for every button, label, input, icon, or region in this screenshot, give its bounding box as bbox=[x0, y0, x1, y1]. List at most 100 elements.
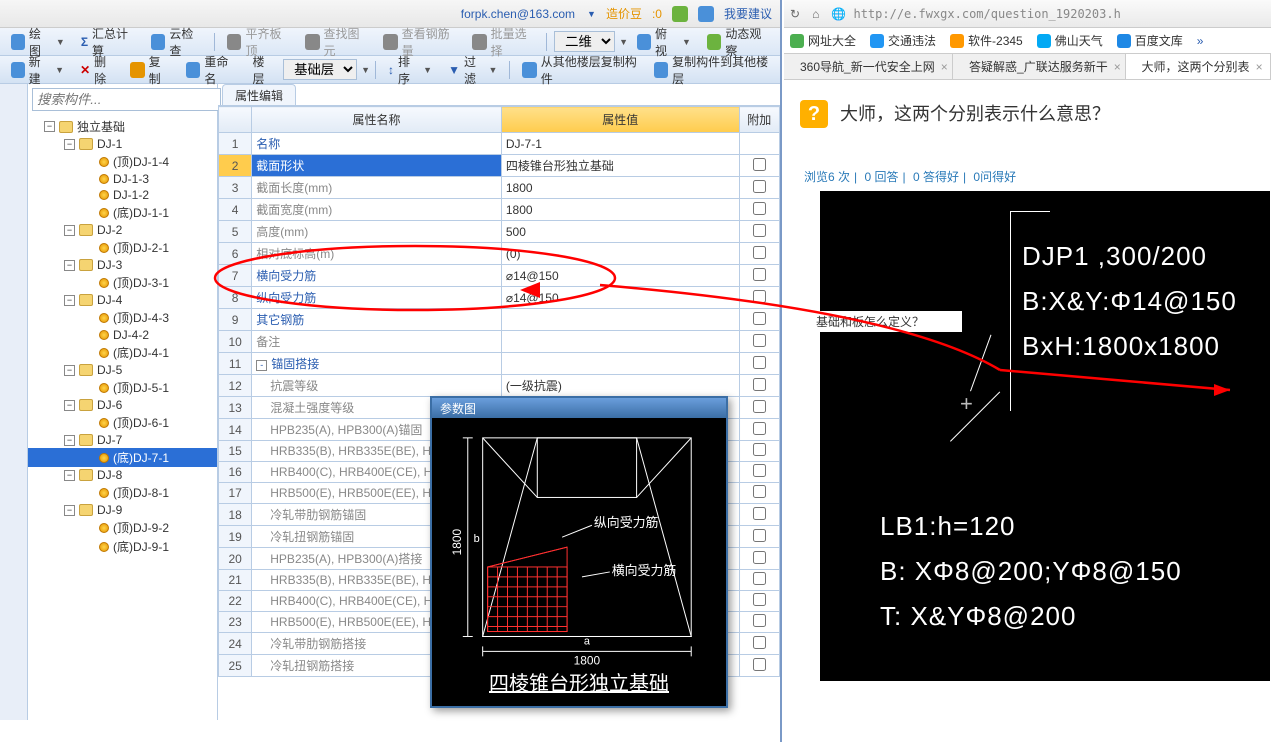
property-row[interactable]: 10备注 bbox=[219, 331, 780, 353]
reload-icon[interactable]: ↻ bbox=[790, 7, 800, 21]
extra-checkbox[interactable] bbox=[753, 529, 766, 542]
tab-close-icon[interactable]: × bbox=[941, 60, 948, 74]
suggest-link[interactable]: 我要建议 bbox=[724, 5, 772, 22]
extra-checkbox[interactable] bbox=[753, 636, 766, 649]
parameter-diagram-window[interactable]: 参数图 1800 1800 a b bbox=[430, 396, 728, 708]
tree-group[interactable]: −DJ-5 bbox=[28, 362, 217, 378]
extra-checkbox[interactable] bbox=[753, 658, 766, 671]
component-tree[interactable]: −独立基础−DJ-1(顶)DJ-1-4DJ-1-3DJ-1-2(底)DJ-1-1… bbox=[28, 115, 217, 720]
tree-group[interactable]: −DJ-9 bbox=[28, 502, 217, 518]
extra-checkbox[interactable] bbox=[753, 158, 766, 171]
extra-checkbox[interactable] bbox=[753, 334, 766, 347]
delete-icon: ✕ bbox=[80, 63, 90, 77]
extra-checkbox[interactable] bbox=[753, 180, 766, 193]
extra-checkbox[interactable] bbox=[753, 464, 766, 477]
property-row[interactable]: 1名称DJ-7-1 bbox=[219, 133, 780, 155]
property-row[interactable]: 7横向受力筋⌀14@150 bbox=[219, 265, 780, 287]
extra-checkbox[interactable] bbox=[753, 400, 766, 413]
layer-dropdown[interactable]: 基础层 bbox=[283, 59, 357, 80]
find-element-button[interactable]: 查找图元 bbox=[298, 22, 374, 62]
extra-checkbox[interactable] bbox=[753, 246, 766, 259]
tree-root[interactable]: −独立基础 bbox=[28, 117, 217, 136]
tree-leaf[interactable]: (顶)DJ-9-2 bbox=[28, 518, 217, 537]
refresh-icon[interactable] bbox=[672, 6, 688, 22]
property-row[interactable]: 4截面宽度(mm)1800 bbox=[219, 199, 780, 221]
tab-close-icon[interactable]: × bbox=[1114, 60, 1121, 74]
extra-checkbox[interactable] bbox=[753, 572, 766, 585]
bookmark-link[interactable]: 百度文库 bbox=[1117, 32, 1183, 49]
property-row[interactable]: 2截面形状四棱锥台形独立基础 bbox=[219, 155, 780, 177]
search-input[interactable] bbox=[32, 88, 221, 111]
property-row[interactable]: 3截面长度(mm)1800 bbox=[219, 177, 780, 199]
tab-close-icon[interactable]: × bbox=[1256, 60, 1263, 74]
tree-leaf[interactable]: (顶)DJ-3-1 bbox=[28, 273, 217, 292]
browser-window: ↻ ⌂ 🌐 http://e.fwxgx.com/question_192020… bbox=[784, 0, 1271, 742]
leaf-icon bbox=[99, 453, 109, 463]
tree-leaf[interactable]: (顶)DJ-8-1 bbox=[28, 483, 217, 502]
extra-checkbox[interactable] bbox=[753, 224, 766, 237]
tree-leaf[interactable]: DJ-1-3 bbox=[28, 171, 217, 187]
tree-group[interactable]: −DJ-8 bbox=[28, 467, 217, 483]
tree-group[interactable]: −DJ-2 bbox=[28, 222, 217, 238]
tree-leaf[interactable]: DJ-4-2 bbox=[28, 327, 217, 343]
property-edit-tab[interactable]: 属性编辑 bbox=[222, 84, 296, 105]
side-toolbar[interactable] bbox=[0, 84, 28, 720]
property-row[interactable]: 5高度(mm)500 bbox=[219, 221, 780, 243]
property-row[interactable]: 12抗震等级(一级抗震) bbox=[219, 375, 780, 397]
tree-leaf[interactable]: DJ-1-2 bbox=[28, 187, 217, 203]
view2d-dropdown[interactable]: 二维 bbox=[554, 31, 615, 52]
bookmark-link[interactable]: 网址大全 bbox=[790, 32, 856, 49]
extra-checkbox[interactable] bbox=[753, 485, 766, 498]
leaf-icon bbox=[99, 488, 109, 498]
extra-checkbox[interactable] bbox=[753, 356, 766, 369]
tree-group[interactable]: −DJ-1 bbox=[28, 136, 217, 152]
leaf-icon bbox=[99, 243, 109, 253]
extra-checkbox[interactable] bbox=[753, 614, 766, 627]
bookmark-more[interactable]: » bbox=[1197, 34, 1204, 48]
user-dropdown-icon[interactable]: ▼ bbox=[587, 9, 596, 19]
label-h: 横向受力筋 bbox=[612, 563, 677, 578]
new-icon bbox=[11, 62, 25, 78]
property-row[interactable]: 11-锚固搭接 bbox=[219, 353, 780, 375]
browser-tab[interactable]: 大师，这两个分别表× bbox=[1126, 54, 1271, 79]
extra-checkbox[interactable] bbox=[753, 202, 766, 215]
extra-checkbox[interactable] bbox=[753, 443, 766, 456]
extra-checkbox[interactable] bbox=[753, 551, 766, 564]
tree-leaf[interactable]: (底)DJ-7-1 bbox=[28, 448, 217, 467]
coin-value: :0 bbox=[652, 7, 662, 21]
bookmark-link[interactable]: 交通违法 bbox=[870, 32, 936, 49]
extra-checkbox[interactable] bbox=[753, 290, 766, 303]
tree-leaf[interactable]: (顶)DJ-2-1 bbox=[28, 238, 217, 257]
home-icon[interactable]: ⌂ bbox=[812, 7, 819, 21]
tree-leaf[interactable]: (底)DJ-9-1 bbox=[28, 537, 217, 556]
tree-group[interactable]: −DJ-4 bbox=[28, 292, 217, 308]
extra-checkbox[interactable] bbox=[753, 378, 766, 391]
bookmark-link[interactable]: 佛山天气 bbox=[1037, 32, 1103, 49]
tree-group[interactable]: −DJ-6 bbox=[28, 397, 217, 413]
tree-group[interactable]: −DJ-7 bbox=[28, 432, 217, 448]
extra-checkbox[interactable] bbox=[753, 422, 766, 435]
tree-leaf[interactable]: (顶)DJ-1-4 bbox=[28, 152, 217, 171]
property-row[interactable]: 9其它钢筋 bbox=[219, 309, 780, 331]
extra-checkbox[interactable] bbox=[753, 593, 766, 606]
copy-to-icon bbox=[654, 62, 668, 78]
tree-leaf[interactable]: (顶)DJ-6-1 bbox=[28, 413, 217, 432]
extra-checkbox[interactable] bbox=[753, 268, 766, 281]
param-window-title[interactable]: 参数图 bbox=[432, 398, 726, 418]
address-bar[interactable]: 🌐 http://e.fwxgx.com/question_1920203.h bbox=[831, 7, 1120, 21]
property-row[interactable]: 8纵向受力筋⌀14@150 bbox=[219, 287, 780, 309]
tree-leaf[interactable]: (顶)DJ-5-1 bbox=[28, 378, 217, 397]
tree-leaf[interactable]: (底)DJ-1-1 bbox=[28, 203, 217, 222]
folder-icon bbox=[79, 138, 93, 150]
bookmark-link[interactable]: 软件-2345 bbox=[950, 32, 1023, 49]
extra-checkbox[interactable] bbox=[753, 312, 766, 325]
user-email[interactable]: forpk.chen@163.com bbox=[461, 7, 575, 21]
browser-tab[interactable]: 答疑解惑_广联达服务新干× bbox=[953, 54, 1126, 79]
browser-tab[interactable]: 360导航_新一代安全上网× bbox=[784, 54, 953, 79]
tree-group[interactable]: −DJ-3 bbox=[28, 257, 217, 273]
extra-checkbox[interactable] bbox=[753, 507, 766, 520]
tree-leaf[interactable]: (底)DJ-4-1 bbox=[28, 343, 217, 362]
tree-leaf[interactable]: (顶)DJ-4-3 bbox=[28, 308, 217, 327]
suggest-icon[interactable] bbox=[698, 6, 714, 22]
property-row[interactable]: 6相对底标高(m)(0) bbox=[219, 243, 780, 265]
